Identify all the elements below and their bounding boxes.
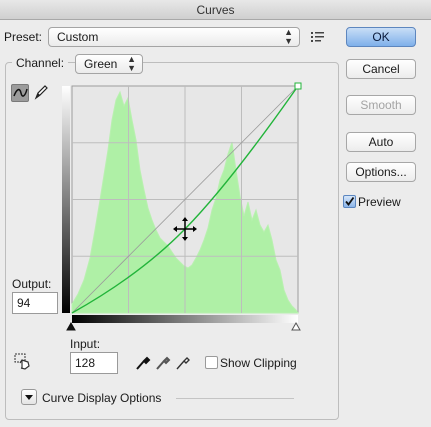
ok-button[interactable]: OK <box>346 27 416 47</box>
popup-arrows-icon: ▲ ▼ <box>127 54 136 73</box>
auto-button[interactable]: Auto <box>346 132 416 152</box>
channel-select[interactable]: Green ▲ ▼ <box>75 54 143 74</box>
plot-area <box>71 85 299 314</box>
curve-tool-icon <box>13 88 28 97</box>
curve-tool-button[interactable] <box>11 84 29 102</box>
curve-endpoint-handle[interactable] <box>294 82 302 90</box>
input-gradient-bar <box>72 315 298 323</box>
smooth-button[interactable]: Smooth <box>346 95 416 115</box>
show-clipping-label: Show Clipping <box>220 356 297 370</box>
black-eyedropper-icon[interactable] <box>135 353 151 371</box>
disclosure-toggle[interactable] <box>21 389 37 405</box>
popup-arrows-icon: ▲ ▼ <box>284 27 293 46</box>
output-field[interactable]: 94 <box>12 292 58 314</box>
input-label: Input: <box>70 337 101 351</box>
curves-graph[interactable] <box>60 80 310 340</box>
show-clipping-checkbox[interactable] <box>205 356 218 369</box>
options-button[interactable]: Options... <box>346 162 416 182</box>
input-field[interactable]: 128 <box>70 352 118 374</box>
channel-label: Channel: <box>12 56 69 70</box>
black-point-slider[interactable] <box>66 322 76 332</box>
white-point-slider[interactable] <box>291 322 301 332</box>
preview-checkbox[interactable] <box>343 195 356 208</box>
disclosure-triangle-icon <box>25 395 33 400</box>
window-title: Curves <box>0 0 431 20</box>
preset-select[interactable]: Custom ▲ ▼ <box>48 27 300 47</box>
white-eyedropper-icon[interactable] <box>175 353 191 371</box>
gray-eyedropper-icon[interactable] <box>155 353 171 371</box>
preview-label: Preview <box>358 195 401 209</box>
list-menu-icon[interactable] <box>311 31 325 43</box>
output-label: Output: <box>12 277 52 291</box>
preset-label: Preset: <box>4 30 43 44</box>
pencil-tool-button[interactable] <box>33 84 51 102</box>
hand-target-icon[interactable] <box>14 352 34 370</box>
checkmark-icon <box>345 196 355 206</box>
preset-value: Custom <box>57 30 99 44</box>
divider <box>176 398 294 399</box>
cancel-button[interactable]: Cancel <box>346 59 416 79</box>
output-gradient-bar <box>62 86 70 313</box>
curve-display-options-label: Curve Display Options <box>42 391 162 405</box>
channel-value: Green <box>84 57 118 71</box>
pencil-icon <box>34 85 48 100</box>
